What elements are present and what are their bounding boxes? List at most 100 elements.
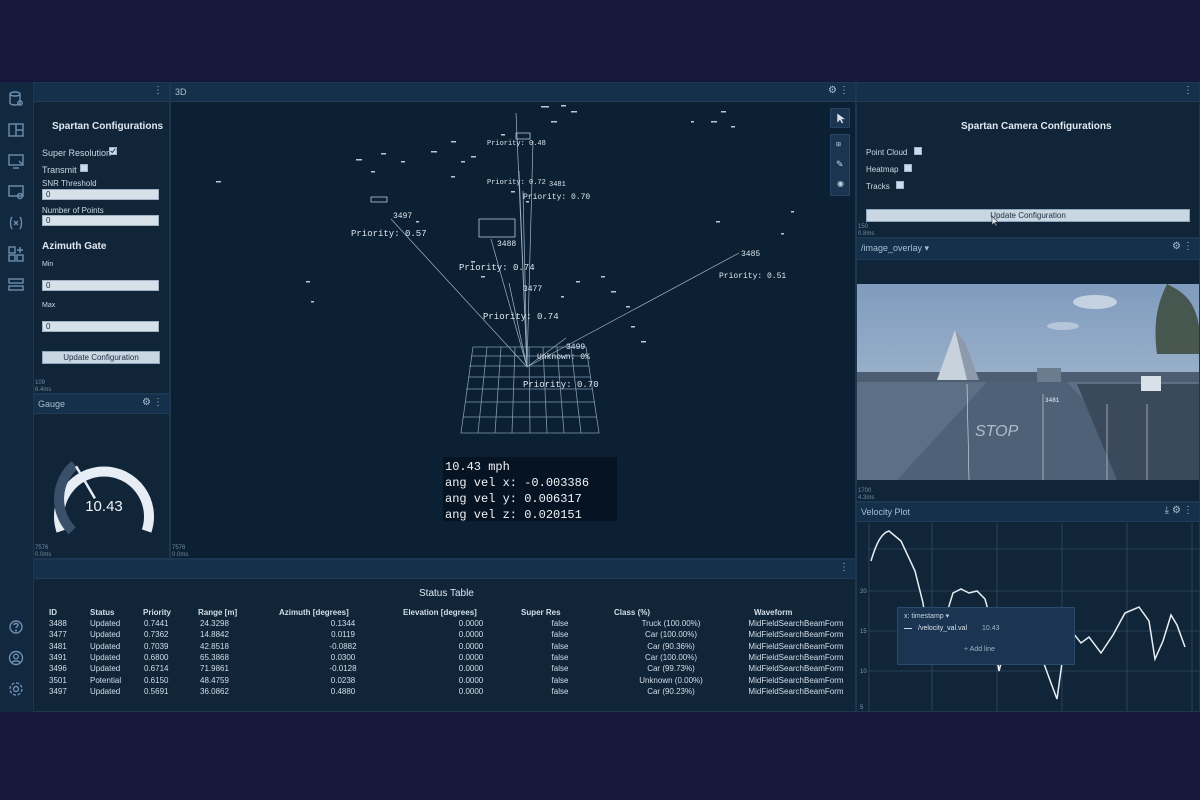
3d-scene[interactable]: Priority: 0.57 Priority: 0.74 Priority: … <box>171 101 856 559</box>
monitor-icon[interactable] <box>7 152 25 170</box>
image-track-label: 3481 <box>1045 397 1060 404</box>
priority-label: Priority: 0.70 <box>523 193 590 202</box>
list-icon[interactable] <box>7 276 25 294</box>
table-cell: -0.0882 <box>329 641 357 651</box>
more-icon[interactable]: ⋮ <box>839 85 849 96</box>
point-cloud-checkbox[interactable] <box>914 147 922 155</box>
transmit-checkbox[interactable] <box>80 164 88 172</box>
track-id-label: 3481 <box>549 181 566 189</box>
pencil-icon[interactable]: ✎ <box>836 159 844 170</box>
column-header[interactable]: Priority <box>143 608 171 617</box>
number-of-points-input[interactable]: 0 <box>42 215 159 226</box>
ang-vel-z-readout: ang vel z: 0.020151 <box>445 508 582 522</box>
super-resolution-checkbox[interactable] <box>109 147 117 155</box>
tracks-checkbox[interactable] <box>896 181 904 189</box>
azimuth-gate-title: Azimuth Gate <box>42 241 107 252</box>
add-panel-icon[interactable] <box>7 245 25 263</box>
gear-icon[interactable]: ⚙ <box>1172 505 1181 516</box>
table-cell: Car (100.00%) <box>644 630 698 640</box>
gear-icon[interactable]: ⚙ <box>142 397 151 408</box>
table-cell: Updated <box>90 630 121 640</box>
panel-title: Velocity Plot <box>861 507 911 517</box>
add-line-button[interactable]: + Add line <box>964 646 995 653</box>
panel-footer-stats: 109 6.4ms <box>35 380 52 393</box>
more-icon[interactable]: ⋮ <box>1183 505 1193 516</box>
target-icon[interactable]: ◉ <box>837 179 844 188</box>
table-cell: Updated <box>90 641 121 651</box>
table-cell: Car (90.36%) <box>647 641 695 651</box>
table-cell: 0.6800 <box>144 652 169 662</box>
icon-rail <box>0 82 34 712</box>
column-header[interactable]: Super Res <box>521 608 561 617</box>
update-configuration-button[interactable]: Update Configuration <box>42 351 160 364</box>
column-header[interactable]: ID <box>49 608 57 617</box>
table-cell: 3481 <box>49 641 67 651</box>
azimuth-min-input[interactable]: 0 <box>42 280 159 291</box>
target-rays <box>390 112 740 368</box>
table-cell: -0.0128 <box>329 664 357 674</box>
column-header[interactable]: Elevation [degrees] <box>403 608 477 617</box>
table-cell: MidFieldSearchBeamForm <box>748 664 844 674</box>
more-icon[interactable]: ⋮ <box>1183 241 1193 252</box>
column-header[interactable]: Waveform <box>754 608 792 617</box>
gear-icon[interactable]: ⚙ <box>1172 241 1181 252</box>
cursor-icon <box>991 214 1001 232</box>
table-cell: 3488 <box>49 619 67 628</box>
column-header[interactable]: Range [m] <box>198 608 237 617</box>
update-camera-configuration-button[interactable]: Update Configuration <box>866 209 1190 222</box>
settings-icon[interactable] <box>7 680 25 698</box>
table-cell: 0.0000 <box>458 686 484 696</box>
column-header[interactable]: Status <box>90 608 114 617</box>
snr-threshold-input[interactable]: 0 <box>42 189 159 200</box>
user-icon[interactable] <box>7 649 25 667</box>
y-tick: 20 <box>860 589 867 595</box>
download-icon[interactable]: ⤓ <box>1165 505 1169 516</box>
table-cell: 0.0238 <box>330 675 356 685</box>
track-id-label: 3497 <box>393 212 412 221</box>
more-icon[interactable]: ⋮ <box>1183 85 1193 96</box>
more-icon[interactable]: ⋮ <box>839 562 849 573</box>
variable-icon[interactable] <box>7 214 25 232</box>
x-axis-selector[interactable]: x: timestamp ▾ <box>904 612 949 620</box>
azimuth-max-input[interactable]: 0 <box>42 321 159 332</box>
heatmap-checkbox[interactable] <box>904 164 912 172</box>
super-resolution-label: Super Resolution <box>42 148 112 158</box>
select-tool-button[interactable] <box>830 108 850 128</box>
column-header[interactable]: Azimuth [degrees] <box>279 608 349 617</box>
help-icon[interactable] <box>7 618 25 636</box>
priority-label: Priority: 0.70 <box>523 380 599 390</box>
layout-icon[interactable] <box>7 121 25 139</box>
table-cell: false <box>551 664 569 674</box>
table-cell: MidFieldSearchBeamForm <box>748 675 844 685</box>
table-cell: 0.0300 <box>330 652 356 662</box>
panel-footer-stats: 1700 4.3ms <box>858 488 874 501</box>
table-cell: 3501 <box>49 675 67 685</box>
column-header[interactable]: Class (%) <box>614 608 650 617</box>
panel-footer-stats: 7576 0.0ms <box>172 545 188 558</box>
ang-vel-x-readout: ang vel x: -0.003386 <box>445 476 589 490</box>
table-cell: 14.8842 <box>200 630 229 640</box>
table-cell: 0.6714 <box>144 664 169 674</box>
table-cell: false <box>551 630 569 640</box>
table-cell: Car (99.73%) <box>647 664 695 674</box>
more-icon[interactable]: ⋮ <box>153 397 163 408</box>
more-icon[interactable]: ⋮ <box>153 85 163 96</box>
database-icon[interactable] <box>7 90 25 108</box>
status-table-panel: ⋮ Status Table ID Status Priority Range … <box>33 559 856 712</box>
topic-selector[interactable]: /image_overlay ▾ <box>861 243 929 254</box>
ruler-icon[interactable]: ⊞ <box>836 141 841 148</box>
y-axis-ticks: 20 15 10 5 <box>860 589 867 711</box>
table-cell: Updated <box>90 664 121 674</box>
footer-latency: 6.4ms <box>35 387 52 393</box>
panel-header: 3D ⚙ ⋮ <box>171 83 855 102</box>
table-cell: false <box>551 675 569 685</box>
tracks-label: Tracks <box>866 182 890 191</box>
monitor-settings-icon[interactable] <box>7 183 25 201</box>
table-cell: Car (100.00%) <box>644 652 698 662</box>
track-id-label: 3488 <box>497 240 516 249</box>
priority-label: Priority: 0.72 <box>487 179 546 187</box>
panel-footer-stats: 7576 0.0ms <box>35 545 51 558</box>
track-id-label: 3499 <box>566 343 585 352</box>
gear-icon[interactable]: ⚙ <box>828 85 837 96</box>
table-cell: Potential <box>90 675 122 685</box>
